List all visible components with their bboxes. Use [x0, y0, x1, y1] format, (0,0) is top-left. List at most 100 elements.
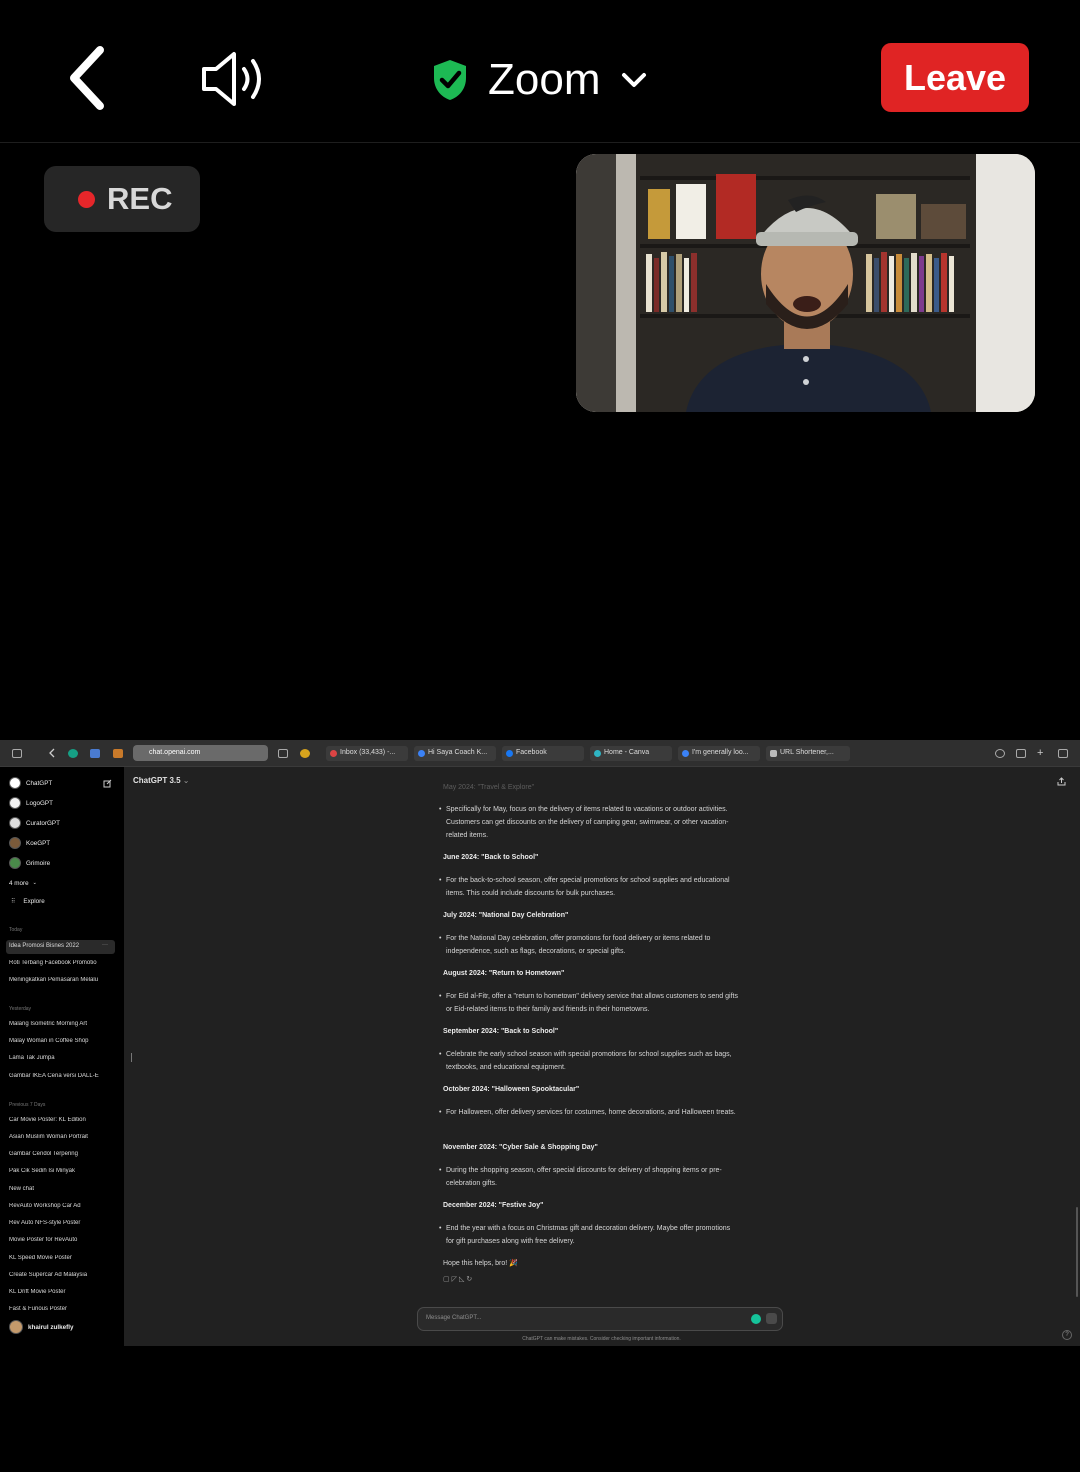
browser-tab[interactable]: URL Shortener,... — [766, 746, 850, 761]
history-item[interactable]: Lama Tak Jumpa — [9, 1055, 114, 1061]
gpt-item-grimoire[interactable]: Grimoire — [9, 856, 117, 870]
back-arrow-icon[interactable] — [48, 748, 56, 758]
shared-screen: chat.openai.com Inbox (33,433) -... Hi S… — [0, 740, 1080, 1346]
browser-tab[interactable]: Inbox (33,433) -... — [326, 746, 408, 761]
gpt-item-chatgpt[interactable]: ChatGPT — [9, 776, 117, 790]
copy-icon[interactable]: ▢ — [443, 1276, 452, 1283]
faded-section-heading: May 2024: "Travel & Explore" — [443, 784, 535, 791]
help-icon[interactable]: ? — [1062, 1330, 1072, 1340]
vertical-scrollbar[interactable] — [1076, 1207, 1078, 1297]
curatorgpt-avatar-icon — [9, 817, 21, 829]
bullet-text: For the back-to-school season, offer spe… — [439, 874, 739, 900]
bullet-text: End the year with a focus on Christmas g… — [439, 1222, 739, 1248]
text-cursor-marker — [131, 1053, 132, 1062]
recording-dot-icon — [78, 190, 95, 208]
tab-overview-icon[interactable] — [1058, 749, 1068, 758]
history-item[interactable]: Asian Muslim Woman Portrait — [9, 1134, 114, 1140]
history-item[interactable]: Gambar IKEA Ceria versi DALL-E — [9, 1073, 114, 1079]
speaker-button[interactable] — [198, 50, 273, 108]
bullet-text: During the shopping season, offer specia… — [439, 1164, 739, 1190]
history-item[interactable]: Roti Terbang Facebook Promotio — [9, 960, 114, 966]
participant-video-thumbnail[interactable] — [576, 154, 1035, 412]
chat-main-area: ChatGPT 3.5 ⌄ May 2024: "Travel & Explor… — [124, 767, 1080, 1346]
history-item[interactable]: Car Movie Poster: KL Edition — [9, 1117, 114, 1123]
history-item[interactable]: Rev Auto NFS-style Poster — [9, 1220, 114, 1226]
more-options-icon[interactable]: ··· — [102, 942, 108, 948]
model-selector[interactable]: ChatGPT 3.5 ⌄ — [133, 776, 190, 785]
url-text: chat.openai.com — [149, 749, 201, 756]
grammarly-extension-icon[interactable] — [68, 749, 78, 758]
history-item[interactable]: Create Supercar Ad Malaysia — [9, 1272, 114, 1278]
section-heading: October 2024: "Halloween Spooktacular" — [443, 1086, 580, 1093]
chevron-down-icon: ⌄ — [32, 880, 37, 886]
chatgpt-logo-icon — [9, 777, 21, 789]
browser-tab[interactable]: Facebook — [502, 746, 584, 761]
meeting-top-bar: Zoom Leave — [0, 0, 1080, 143]
disclaimer-text: ChatGPT can make mistakes. Consider chec… — [522, 1336, 681, 1342]
section-heading: December 2024: "Festive Joy" — [443, 1202, 544, 1209]
bullet-text: For the National Day celebration, offer … — [439, 932, 739, 958]
sidebar-toggle-icon[interactable] — [12, 749, 22, 758]
extension-icon-2[interactable] — [113, 749, 123, 758]
send-button[interactable] — [766, 1313, 777, 1324]
extension-icon[interactable] — [90, 749, 100, 758]
chevron-down-icon: ⌄ — [180, 776, 190, 785]
browser-tab[interactable]: I'm generally loo... — [678, 746, 760, 761]
section-heading: June 2024: "Back to School" — [443, 854, 539, 861]
bullet-text: Specifically for May, focus on the deliv… — [439, 803, 739, 842]
regenerate-icon[interactable]: ↻ — [466, 1276, 474, 1283]
section-label-today: Today — [9, 927, 23, 933]
history-item[interactable]: Meningkatkan Pemasaran Melalu — [9, 977, 114, 983]
history-item[interactable]: Malay Woman in Coffee Shop — [9, 1038, 114, 1044]
message-actions: ▢◸◺↻ — [443, 1273, 474, 1286]
gpt-item-curatorgpt[interactable]: CuratorGPT — [9, 816, 117, 830]
history-item[interactable]: Fast & Furious Poster — [9, 1306, 114, 1312]
thumbs-up-icon[interactable]: ◸ — [452, 1276, 459, 1283]
section-heading: November 2024: "Cyber Sale & Shopping Da… — [443, 1144, 598, 1151]
reader-icon[interactable] — [278, 749, 288, 758]
share-icon[interactable] — [1016, 749, 1026, 758]
gpt-item-logogpt[interactable]: LogoGPT — [9, 796, 117, 810]
zoom-meeting-screen: Zoom Leave REC chat.openai.com Inbox (33… — [0, 0, 1080, 1472]
more-gpts-toggle[interactable]: 4 more ⌄ — [9, 876, 117, 890]
browser-toolbar: chat.openai.com Inbox (33,433) -... Hi S… — [0, 740, 1080, 767]
history-item[interactable]: New chat — [9, 1186, 114, 1192]
meeting-title-dropdown[interactable]: Zoom — [430, 50, 648, 110]
history-item[interactable]: Idea Promosi Bisnes 2022 — [6, 940, 115, 954]
history-item[interactable]: KL Speed Movie Poster — [9, 1255, 114, 1261]
user-avatar — [9, 1320, 23, 1334]
bullet-text: Celebrate the early school season with s… — [439, 1048, 739, 1074]
back-button[interactable] — [62, 44, 122, 114]
user-profile[interactable]: khairul zulkefly — [9, 1320, 117, 1334]
section-label-yesterday: Yesterday — [9, 1006, 32, 1012]
participant-video-image — [576, 154, 1035, 412]
leave-button[interactable]: Leave — [881, 43, 1029, 112]
closing-message: Hope this helps, bro! 🎉 — [443, 1260, 518, 1267]
address-bar[interactable]: chat.openai.com — [133, 745, 268, 761]
share-chat-icon[interactable] — [1057, 777, 1066, 786]
grimoire-avatar-icon — [9, 857, 21, 869]
section-heading: August 2024: "Return to Hometown" — [443, 970, 565, 977]
history-item[interactable]: RevAuto Workshop Car Ad — [9, 1203, 114, 1209]
message-input-placeholder: Message ChatGPT... — [426, 1315, 482, 1321]
bullet-text: For Halloween, offer delivery services f… — [439, 1106, 739, 1119]
history-item[interactable]: Movie Poster for RevAuto — [9, 1237, 114, 1243]
extension-icon-3[interactable] — [300, 749, 310, 758]
chatgpt-sidebar: ChatGPT LogoGPT CuratorGPT KoeGPT Grimoi… — [0, 767, 124, 1346]
explore-gpts[interactable]: ⠿ Explore — [9, 894, 117, 908]
browser-tab[interactable]: Hi Saya Coach K... — [414, 746, 496, 761]
section-heading: September 2024: "Back to School" — [443, 1028, 559, 1035]
gpt-item-koegpt[interactable]: KoeGPT — [9, 836, 117, 850]
history-item[interactable]: Malang Isometric Morning Art — [9, 1021, 114, 1027]
message-input[interactable]: Message ChatGPT... — [417, 1307, 783, 1331]
new-tab-icon[interactable]: + — [1037, 747, 1047, 759]
new-chat-icon[interactable] — [103, 779, 112, 788]
history-item[interactable]: KL Drift Movie Poster — [9, 1289, 114, 1295]
recording-label: REC — [107, 181, 173, 216]
bullet-text: For Eid al-Fitr, offer a "return to home… — [439, 990, 739, 1016]
chevron-left-icon — [70, 46, 104, 110]
history-item[interactable]: Pak Cik Sedih Isi Minyak — [9, 1168, 114, 1174]
history-item[interactable]: Gambar Cendol Terpering — [9, 1151, 114, 1157]
browser-tab[interactable]: Home - Canva — [590, 746, 672, 761]
download-icon[interactable] — [995, 749, 1005, 758]
